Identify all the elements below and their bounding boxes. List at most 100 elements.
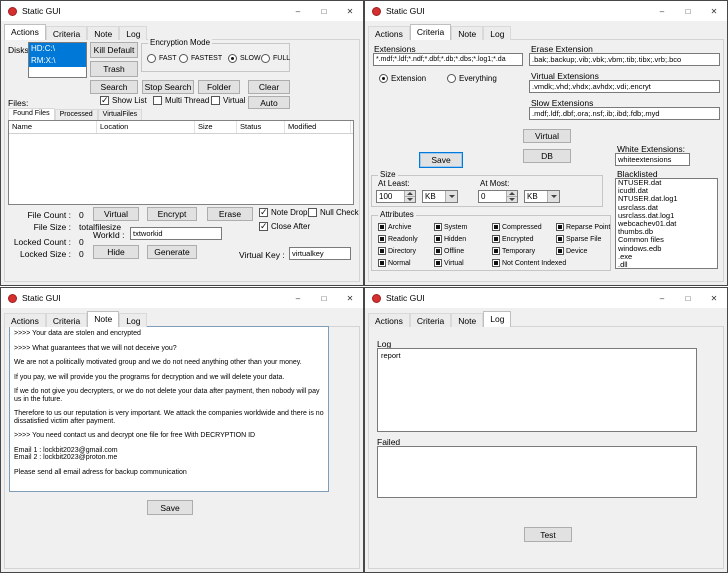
attr-system-checkbox[interactable]: System — [434, 223, 467, 231]
column-modified[interactable]: Modified — [285, 121, 351, 133]
tab-note[interactable]: Note — [87, 26, 119, 40]
attr-readonly-checkbox[interactable]: Readonly — [378, 235, 418, 243]
generate-button[interactable]: Generate — [147, 245, 197, 259]
db-button[interactable]: DB — [523, 149, 571, 163]
search-button[interactable]: Search — [90, 80, 138, 94]
tab-actions[interactable]: Actions — [4, 24, 46, 40]
attr-archive-checkbox[interactable]: Archive — [378, 223, 411, 231]
attr-virtual-checkbox[interactable]: Virtual — [434, 259, 464, 267]
close-button[interactable]: ✕ — [337, 1, 363, 21]
tab-log[interactable]: Log — [119, 313, 147, 327]
everything-radio[interactable]: Everything — [447, 74, 497, 83]
extension-radio[interactable]: Extension — [379, 74, 426, 83]
blacklisted-item[interactable]: .exe — [616, 253, 717, 261]
close-button[interactable]: ✕ — [701, 1, 727, 21]
tab-note[interactable]: Note — [451, 26, 483, 40]
minimize-button[interactable]: – — [649, 1, 675, 21]
column-status[interactable]: Status — [237, 121, 285, 133]
at-most-unit-select[interactable]: KB — [524, 190, 560, 203]
tab-virtualfiles[interactable]: VirtualFiles — [98, 109, 143, 120]
workid-input[interactable]: txtworkid — [130, 227, 222, 240]
minimize-button[interactable]: – — [285, 288, 311, 308]
radio-slow[interactable]: SLOW — [228, 54, 261, 63]
attr-not-content-indexed-checkbox[interactable]: Not Content Indexed — [492, 259, 566, 267]
at-least-spinner[interactable]: 100 — [376, 190, 416, 203]
attr-sparse-file-checkbox[interactable]: Sparse File — [556, 235, 601, 243]
close-after-checkbox[interactable]: Close After — [259, 222, 310, 231]
note-drop-checkbox[interactable]: Note Drop — [259, 208, 307, 217]
extensions-input[interactable]: *.mdf;*.ldf;*.ndf;*.dbf;*.db;*.dbs;*.log… — [373, 53, 523, 66]
chevron-down-icon[interactable] — [445, 191, 457, 202]
close-button[interactable]: ✕ — [701, 288, 727, 308]
tab-found-files[interactable]: Found Files — [8, 108, 55, 120]
auto-button[interactable]: Auto — [248, 96, 290, 109]
disk-item[interactable]: HD:C:\ — [29, 43, 86, 55]
erase-extension-input[interactable]: .bak;.backup;.vib;.vbk;.vbm;.tib;.tibx;.… — [529, 53, 720, 66]
blacklisted-item[interactable]: .dll — [616, 261, 717, 269]
folder-button[interactable]: Folder — [198, 80, 240, 94]
minimize-button[interactable]: – — [649, 288, 675, 308]
virtual-key-input[interactable]: virtualkey — [289, 247, 351, 260]
maximize-button[interactable]: □ — [675, 288, 701, 308]
tab-actions[interactable]: Actions — [368, 313, 410, 327]
ransom-note-textarea[interactable]: >>>> Your data are stolen and encrypted … — [9, 326, 329, 492]
disk-item[interactable]: RM:X:\ — [29, 55, 86, 67]
maximize-button[interactable]: □ — [311, 1, 337, 21]
spin-down-icon[interactable] — [405, 196, 415, 202]
null-check-checkbox[interactable]: Null Check — [308, 208, 359, 217]
failed-textarea[interactable] — [377, 446, 697, 498]
multi-thread-checkbox[interactable]: Multi Thread — [153, 96, 209, 105]
radio-fastest[interactable]: FASTEST — [179, 54, 222, 63]
title-bar[interactable]: Static GUI – □ ✕ — [365, 288, 727, 308]
attr-directory-checkbox[interactable]: Directory — [378, 247, 416, 255]
save-note-button[interactable]: Save — [147, 500, 193, 515]
attr-normal-checkbox[interactable]: Normal — [378, 259, 411, 267]
kill-default-button[interactable]: Kill Default — [90, 42, 138, 58]
tab-actions[interactable]: Actions — [368, 26, 410, 40]
column-location[interactable]: Location — [97, 121, 195, 133]
slow-extensions-input[interactable]: .mdf;.ldf;.dbf;.ora;.nsf;.ib;.ibd;.fdb;.… — [529, 107, 720, 120]
attr-encrypted-checkbox[interactable]: Encrypted — [492, 235, 534, 243]
show-list-checkbox[interactable]: Show List — [100, 96, 147, 105]
column-name[interactable]: Name — [9, 121, 97, 133]
maximize-button[interactable]: □ — [311, 288, 337, 308]
test-button[interactable]: Test — [524, 527, 572, 542]
chevron-down-icon[interactable] — [547, 191, 559, 202]
attr-compressed-checkbox[interactable]: Compressed — [492, 223, 542, 231]
log-textarea[interactable]: report — [377, 348, 697, 432]
disks-listbox[interactable]: HD:C:\ RM:X:\ — [28, 42, 87, 78]
virtual-extensions-input[interactable]: .vmdk;.vhd;.vhdx;.avhdx;.vdi;.encryt — [529, 80, 720, 93]
close-button[interactable]: ✕ — [337, 288, 363, 308]
at-least-unit-select[interactable]: KB — [422, 190, 458, 203]
clear-button[interactable]: Clear — [248, 80, 290, 94]
white-extensions-input[interactable]: whiteextensions — [615, 153, 690, 166]
virtual-button[interactable]: Virtual — [523, 129, 571, 143]
hide-button[interactable]: Hide — [93, 245, 139, 259]
spin-down-icon[interactable] — [507, 196, 517, 202]
erase-button[interactable]: Erase — [207, 207, 253, 221]
tab-log[interactable]: Log — [483, 26, 511, 40]
attr-temporary-checkbox[interactable]: Temporary — [492, 247, 535, 255]
attr-hidden-checkbox[interactable]: Hidden — [434, 235, 466, 243]
found-files-table[interactable]: Name Location Size Status Modified — [8, 120, 354, 205]
title-bar[interactable]: Static GUI – □ ✕ — [1, 1, 363, 21]
attr-device-checkbox[interactable]: Device — [556, 247, 587, 255]
encrypt-button[interactable]: Encrypt — [147, 207, 197, 221]
tab-processed[interactable]: Processed — [55, 109, 98, 120]
column-size[interactable]: Size — [195, 121, 237, 133]
trash-button[interactable]: Trash — [90, 61, 138, 77]
radio-fast[interactable]: FAST — [147, 54, 177, 63]
tab-log[interactable]: Log — [119, 26, 147, 40]
save-button[interactable]: Save — [419, 152, 463, 168]
title-bar[interactable]: Static GUI – □ ✕ — [365, 1, 727, 21]
tab-criteria[interactable]: Criteria — [410, 313, 451, 327]
maximize-button[interactable]: □ — [675, 1, 701, 21]
blacklisted-listbox[interactable]: NTUSER.dat icudtl.dat NTUSER.dat.log1 us… — [615, 178, 718, 269]
stop-search-button[interactable]: Stop Search — [142, 80, 194, 94]
tab-note[interactable]: Note — [451, 313, 483, 327]
tab-note[interactable]: Note — [87, 311, 119, 327]
radio-full[interactable]: FULL — [261, 54, 290, 63]
tab-criteria[interactable]: Criteria — [46, 26, 87, 40]
tab-actions[interactable]: Actions — [4, 313, 46, 327]
tab-criteria[interactable]: Criteria — [410, 24, 451, 40]
